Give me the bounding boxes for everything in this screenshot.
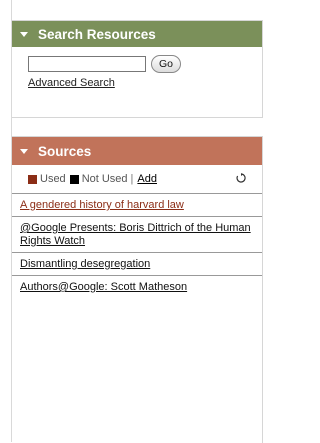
search-input[interactable] [28, 56, 146, 72]
used-label: Used [40, 173, 66, 185]
used-swatch [28, 174, 37, 184]
refresh-icon[interactable] [236, 173, 246, 183]
legend-separator: | [130, 173, 134, 185]
search-resources-panel: Search Resources Go Advanced Search [12, 20, 263, 118]
advanced-search-link[interactable]: Advanced Search [28, 77, 115, 89]
collapse-triangle-icon[interactable] [20, 32, 28, 37]
sources-legend: Used Not Used | Add [12, 165, 262, 194]
sources-panel: Sources Used Not Used | Add A gendered h… [12, 136, 263, 443]
go-button[interactable]: Go [151, 55, 182, 73]
not-used-swatch [69, 174, 79, 184]
sources-title: Sources [38, 143, 92, 159]
not-used-label: Not Used [81, 173, 128, 185]
source-item[interactable]: A gendered history of harvard law [12, 194, 262, 217]
source-item[interactable]: Authors@Google: Scott Matheson [12, 276, 262, 298]
collapse-triangle-icon[interactable] [20, 149, 28, 154]
sources-header[interactable]: Sources [12, 137, 262, 165]
left-rail [0, 0, 12, 442]
search-resources-header[interactable]: Search Resources [12, 21, 262, 47]
source-item[interactable]: @Google Presents: Boris Dittrich of the … [12, 217, 262, 253]
add-source-link[interactable]: Add [137, 173, 157, 185]
search-resources-title: Search Resources [38, 26, 156, 42]
source-item[interactable]: Dismantling desegregation [12, 253, 262, 276]
